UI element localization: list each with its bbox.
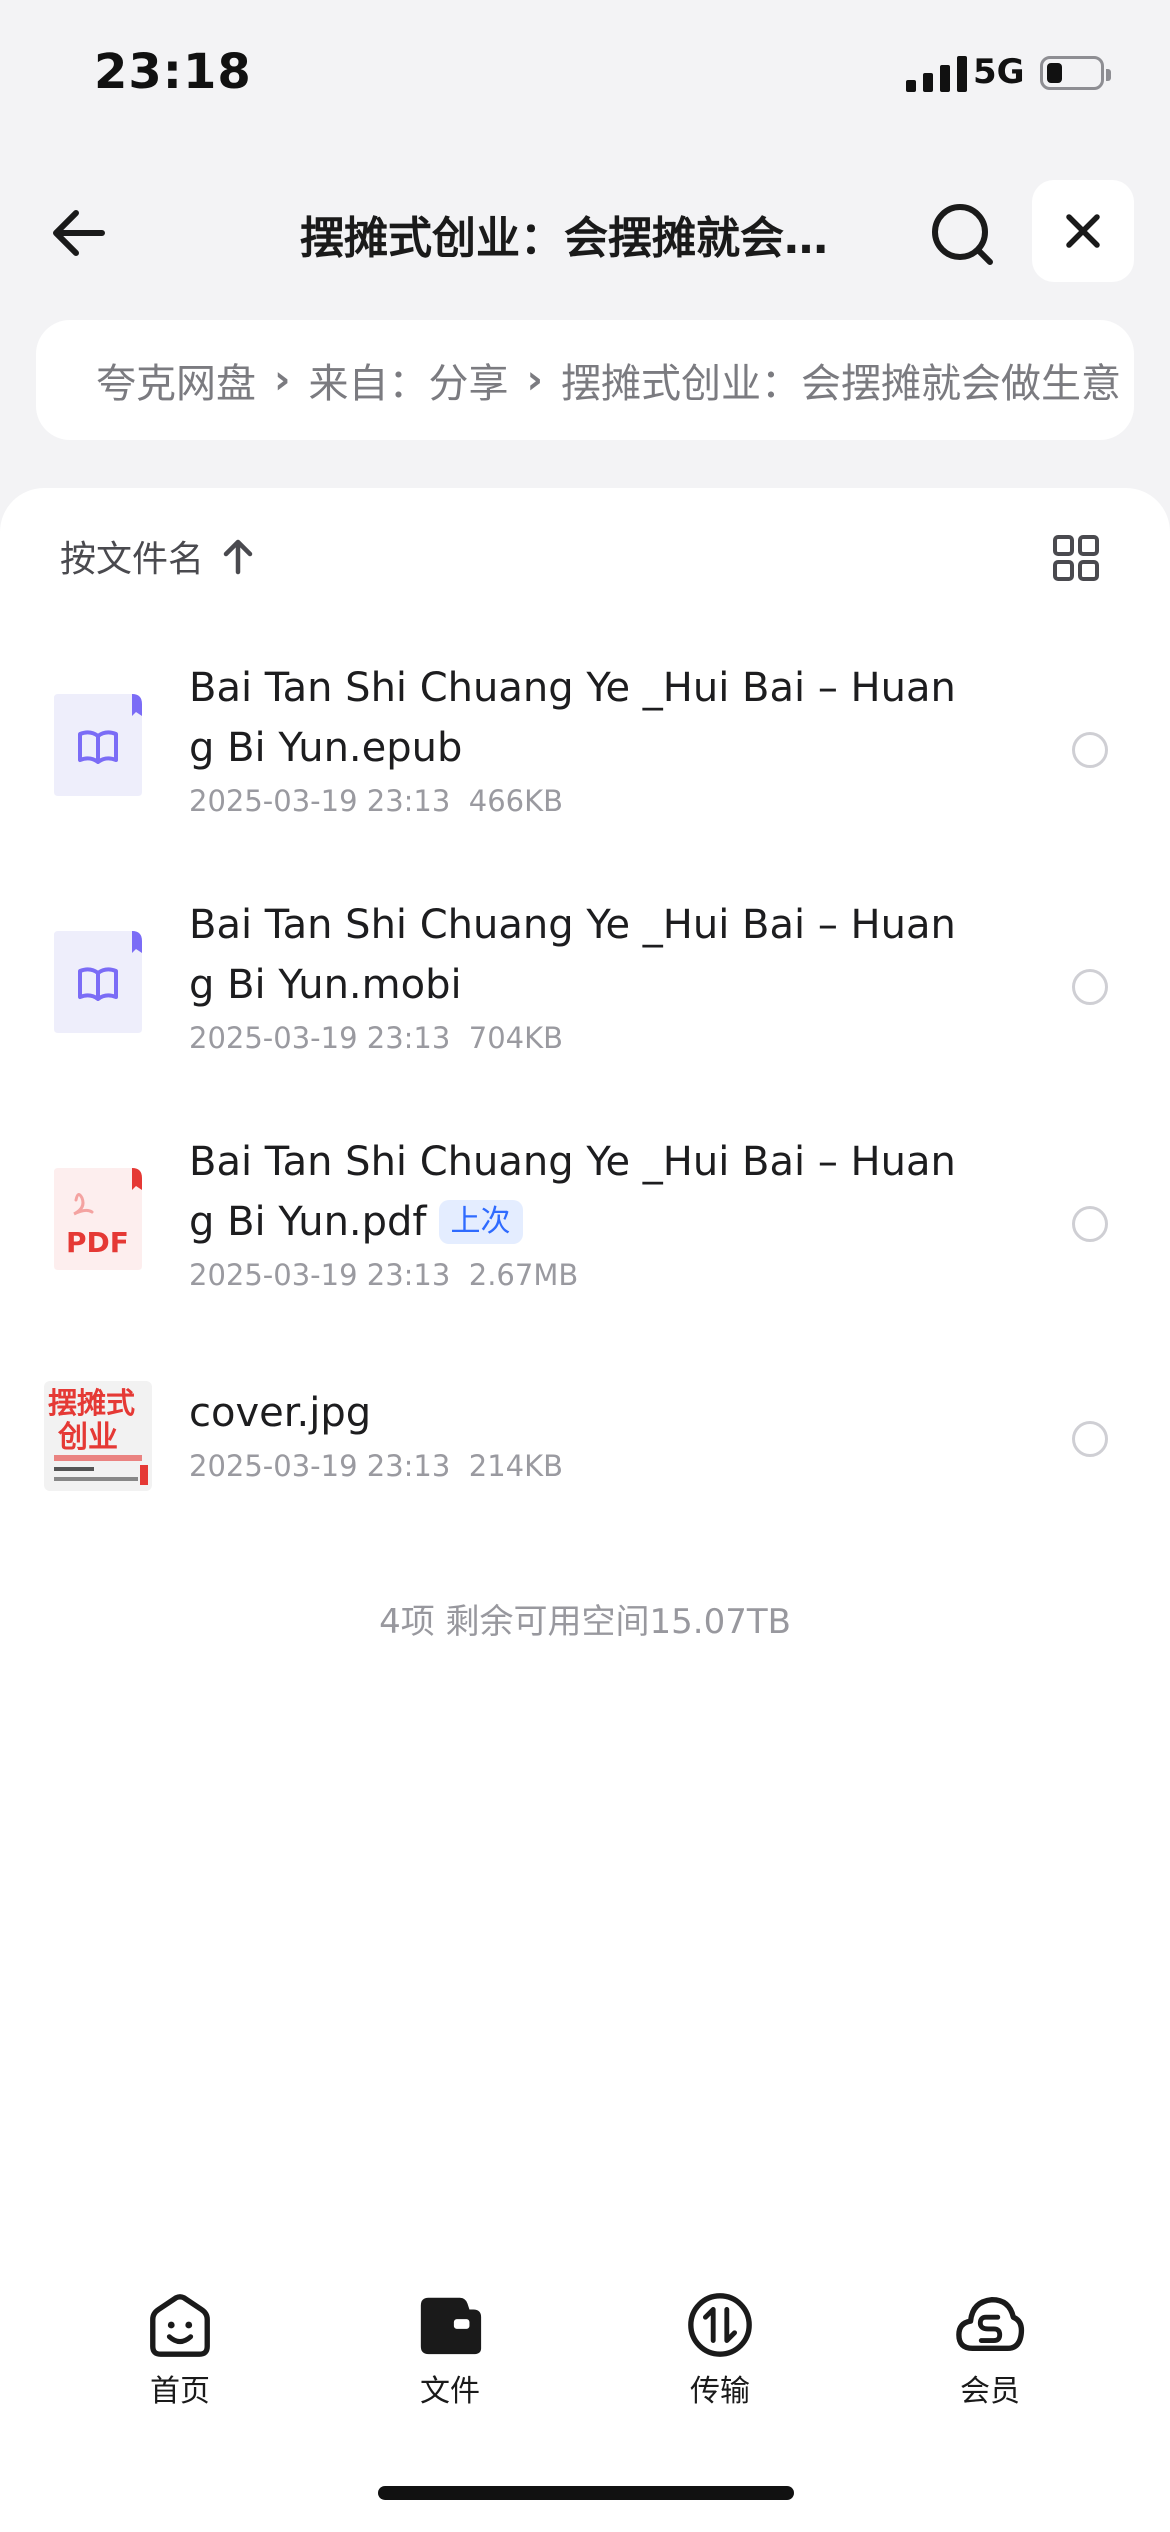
tab-home[interactable]: 首页 — [110, 2290, 250, 2410]
vip-cloud-icon — [956, 2297, 1025, 2352]
sort-control[interactable]: 按文件名 — [60, 530, 256, 582]
image-thumbnail: 摆摊式 创业 — [44, 1381, 152, 1491]
file-row[interactable]: PDF Bai Tan Shi Chuang Ye _Hui Bai – Hua… — [0, 1132, 1170, 1362]
signal-icon — [906, 56, 967, 92]
file-meta: 2025-03-19 23:13 214KB — [189, 1449, 563, 1483]
folder-icon — [420, 2297, 482, 2355]
file-name-text: Bai Tan Shi Chuang Ye _Hui Bai – Huang B… — [189, 1139, 956, 1245]
tab-bar: 首页 文件 传输 会员 — [0, 2280, 1170, 2430]
ebook-file-icon — [54, 694, 142, 796]
battery-icon — [1040, 56, 1111, 90]
tab-transfer[interactable]: 传输 — [650, 2290, 790, 2410]
file-date: 2025-03-19 23:13 — [189, 1449, 451, 1483]
breadcrumb-item-share[interactable]: 来自：分享 — [308, 351, 508, 409]
smile-home-icon — [150, 2294, 210, 2357]
select-radio[interactable] — [1072, 1421, 1108, 1457]
file-size: 2.67MB — [468, 1258, 579, 1292]
tab-label: 首页 — [150, 2374, 210, 2409]
breadcrumb-separator: › — [274, 357, 291, 403]
transfer-icon — [688, 2293, 752, 2357]
sort-label: 按文件名 — [60, 539, 205, 580]
select-radio[interactable] — [1072, 1206, 1108, 1242]
svg-text:PDF: PDF — [66, 1226, 129, 1259]
status-time: 23:18 — [94, 44, 252, 100]
file-row[interactable]: Bai Tan Shi Chuang Ye _Hui Bai – Huang B… — [0, 895, 1170, 1125]
search-icon — [932, 204, 993, 265]
last-opened-badge: 上次 — [438, 1200, 523, 1244]
file-size: 466KB — [468, 784, 564, 818]
file-size: 214KB — [468, 1449, 564, 1483]
breadcrumb: 夸克网盘 › 来自：分享 › 摆摊式创业：会摆摊就会做生意 — [36, 320, 1134, 440]
select-radio[interactable] — [1072, 969, 1108, 1005]
arrow-left-icon — [53, 210, 105, 256]
grid-view-icon[interactable] — [1052, 534, 1100, 582]
header: 摆摊式创业：会摆摊就会做生意 — [0, 180, 1170, 290]
breadcrumb-separator: › — [526, 357, 543, 403]
close-button[interactable] — [1032, 180, 1134, 282]
arrow-up-icon — [223, 539, 253, 575]
status-bar: 23:18 5G — [0, 0, 1170, 150]
file-list-panel: 按文件名 Bai Tan Shi Chuang Ye _Hui Bai – Hu… — [0, 488, 1170, 2532]
file-date: 2025-03-19 23:13 — [189, 784, 451, 818]
file-name: Bai Tan Shi Chuang Ye _Hui Bai – Huang B… — [189, 902, 956, 1008]
file-name: cover.jpg — [189, 1390, 372, 1436]
file-date: 2025-03-19 23:13 — [189, 1021, 451, 1055]
file-meta: 2025-03-19 23:13 2.67MB — [189, 1258, 578, 1292]
svg-text:创业: 创业 — [57, 1420, 118, 1455]
storage-summary: 4项 剩余可用空间15.07TB — [379, 1602, 791, 1642]
breadcrumb-item-current[interactable]: 摆摊式创业：会摆摊就会做生意 — [561, 351, 1121, 409]
tab-label: 会员 — [960, 2374, 1020, 2409]
page-title: 摆摊式创业：会摆摊就会做生意 — [300, 213, 860, 264]
file-date: 2025-03-19 23:13 — [189, 1258, 451, 1292]
file-name: Bai Tan Shi Chuang Ye _Hui Bai – Huang B… — [189, 665, 956, 771]
search-button[interactable] — [924, 196, 1000, 272]
pdf-file-icon: PDF — [54, 1168, 142, 1270]
tab-label: 传输 — [690, 2374, 750, 2409]
ebook-file-icon — [54, 931, 142, 1033]
file-name: Bai Tan Shi Chuang Ye _Hui Bai – Huang B… — [189, 1132, 979, 1252]
tab-files[interactable]: 文件 — [380, 2290, 520, 2410]
breadcrumb-item-root[interactable]: 夸克网盘 — [96, 351, 256, 409]
network-type: 5G — [973, 52, 1025, 92]
file-meta: 2025-03-19 23:13 704KB — [189, 1021, 563, 1055]
home-indicator — [378, 2486, 794, 2500]
close-icon — [1066, 214, 1100, 248]
back-button[interactable] — [46, 198, 116, 268]
svg-text:摆摊式: 摆摊式 — [48, 1386, 135, 1420]
select-radio[interactable] — [1072, 732, 1108, 768]
tab-label: 文件 — [420, 2374, 480, 2409]
file-row[interactable]: Bai Tan Shi Chuang Ye _Hui Bai – Huang B… — [0, 658, 1170, 888]
file-size: 704KB — [468, 1021, 564, 1055]
tab-vip[interactable]: 会员 — [920, 2290, 1060, 2410]
file-meta: 2025-03-19 23:13 466KB — [189, 784, 563, 818]
file-row[interactable]: 摆摊式 创业 cover.jpg 2025-03-19 23:13 214KB — [0, 1369, 1170, 1599]
